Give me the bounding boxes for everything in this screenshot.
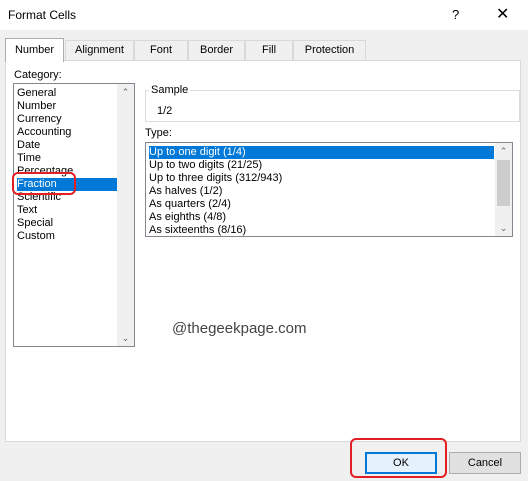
category-item-custom[interactable]: Custom — [17, 230, 116, 243]
scroll-up-icon[interactable]: ⌃ — [117, 84, 134, 100]
sample-label: Sample — [149, 84, 191, 96]
type-listbox[interactable]: Up to one digit (1/4) Up to two digits (… — [145, 142, 513, 237]
category-item-number[interactable]: Number — [17, 100, 116, 113]
scroll-down-icon[interactable]: ⌄ — [495, 220, 512, 236]
help-button[interactable]: ? — [452, 7, 459, 22]
type-item[interactable]: Up to one digit (1/4) — [149, 146, 494, 159]
type-item[interactable]: Up to three digits (312/943) — [149, 172, 494, 185]
category-item-accounting[interactable]: Accounting — [17, 126, 116, 139]
tab-font[interactable]: Font — [134, 40, 188, 60]
sample-group — [145, 90, 520, 122]
category-item-general[interactable]: General — [17, 87, 116, 100]
scroll-down-icon[interactable]: ⌄ — [117, 330, 134, 346]
tab-fill[interactable]: Fill — [245, 40, 293, 60]
tab-alignment[interactable]: Alignment — [65, 40, 134, 60]
category-item-date[interactable]: Date — [17, 139, 116, 152]
type-item[interactable]: As eighths (4/8) — [149, 211, 494, 224]
tab-number[interactable]: Number — [5, 38, 64, 62]
category-item-special[interactable]: Special — [17, 217, 116, 230]
scroll-thumb[interactable] — [497, 160, 510, 206]
scroll-up-icon[interactable]: ⌃ — [495, 143, 512, 159]
category-label: Category: — [14, 69, 62, 81]
category-item-text[interactable]: Text — [17, 204, 116, 217]
cancel-button[interactable]: Cancel — [449, 452, 521, 474]
tab-border[interactable]: Border — [188, 40, 245, 60]
type-item[interactable]: As quarters (2/4) — [149, 198, 494, 211]
watermark-text: @thegeekpage.com — [172, 320, 307, 337]
category-item-time[interactable]: Time — [17, 152, 116, 165]
category-listbox[interactable]: General Number Currency Accounting Date … — [13, 83, 135, 347]
type-item[interactable]: As sixteenths (8/16) — [149, 224, 494, 236]
dialog-title: Format Cells — [8, 8, 77, 22]
title-bar: Format Cells ? ✕ — [0, 0, 528, 30]
fraction-highlight-annotation — [12, 172, 76, 195]
type-item[interactable]: As halves (1/2) — [149, 185, 494, 198]
category-scrollbar[interactable]: ⌃ ⌄ — [117, 84, 134, 346]
sample-value: 1/2 — [157, 105, 173, 117]
category-item-currency[interactable]: Currency — [17, 113, 116, 126]
type-label: Type: — [145, 127, 172, 139]
ok-highlight-annotation — [350, 438, 447, 478]
type-item[interactable]: Up to two digits (21/25) — [149, 159, 494, 172]
close-button[interactable]: ✕ — [496, 4, 509, 24]
type-scrollbar[interactable]: ⌃ ⌄ — [495, 143, 512, 236]
tab-protection[interactable]: Protection — [293, 40, 366, 60]
